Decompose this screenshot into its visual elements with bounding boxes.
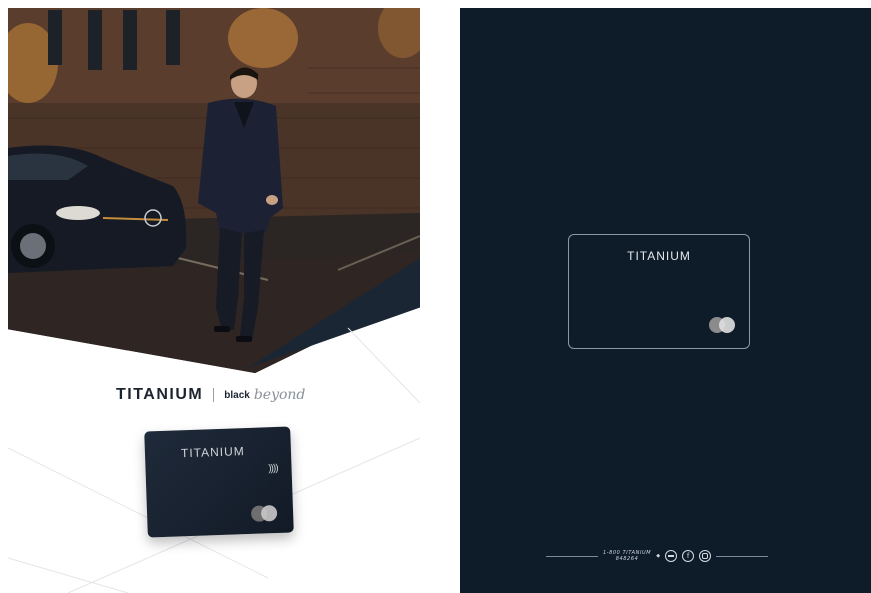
facebook-glyph: f <box>686 552 690 560</box>
black-label: black <box>224 389 250 401</box>
phone-icon[interactable] <box>665 550 678 562</box>
card-wordmark: TITANIUM <box>180 444 245 461</box>
beyond-script: beyond <box>253 387 306 403</box>
footer-rule-right <box>716 555 768 557</box>
footer-rule-left <box>546 555 598 557</box>
mastercard-logo-icon <box>250 504 278 522</box>
footer-phone-line2: 848264 <box>615 556 639 562</box>
left-advert-panel: TITANIUM black beyond TITANIUM )))) <box>8 8 420 593</box>
instagram-icon[interactable] <box>699 550 712 562</box>
contact-footer: 1-800 TITANIUM 848264 ◆ f <box>546 548 768 564</box>
titanium-card-outline: TITANIUM <box>568 234 750 349</box>
facebook-icon[interactable]: f <box>682 550 695 562</box>
footer-phone: 1-800 TITANIUM 848264 <box>603 550 651 562</box>
titanium-wordmark: TITANIUM <box>116 386 204 403</box>
contactless-icon: )))) <box>268 462 278 475</box>
card-wordmark: TITANIUM <box>627 249 691 263</box>
titanium-card: TITANIUM )))) <box>144 426 294 538</box>
diamond-icon: ◆ <box>656 553 661 559</box>
brand-lockup: TITANIUM black beyond <box>116 386 305 404</box>
right-advert-panel: TITANIUM 1-800 TITANIUM 848264 ◆ f <box>460 8 871 593</box>
brand-divider <box>213 388 215 402</box>
mastercard-logo-icon <box>709 317 735 333</box>
